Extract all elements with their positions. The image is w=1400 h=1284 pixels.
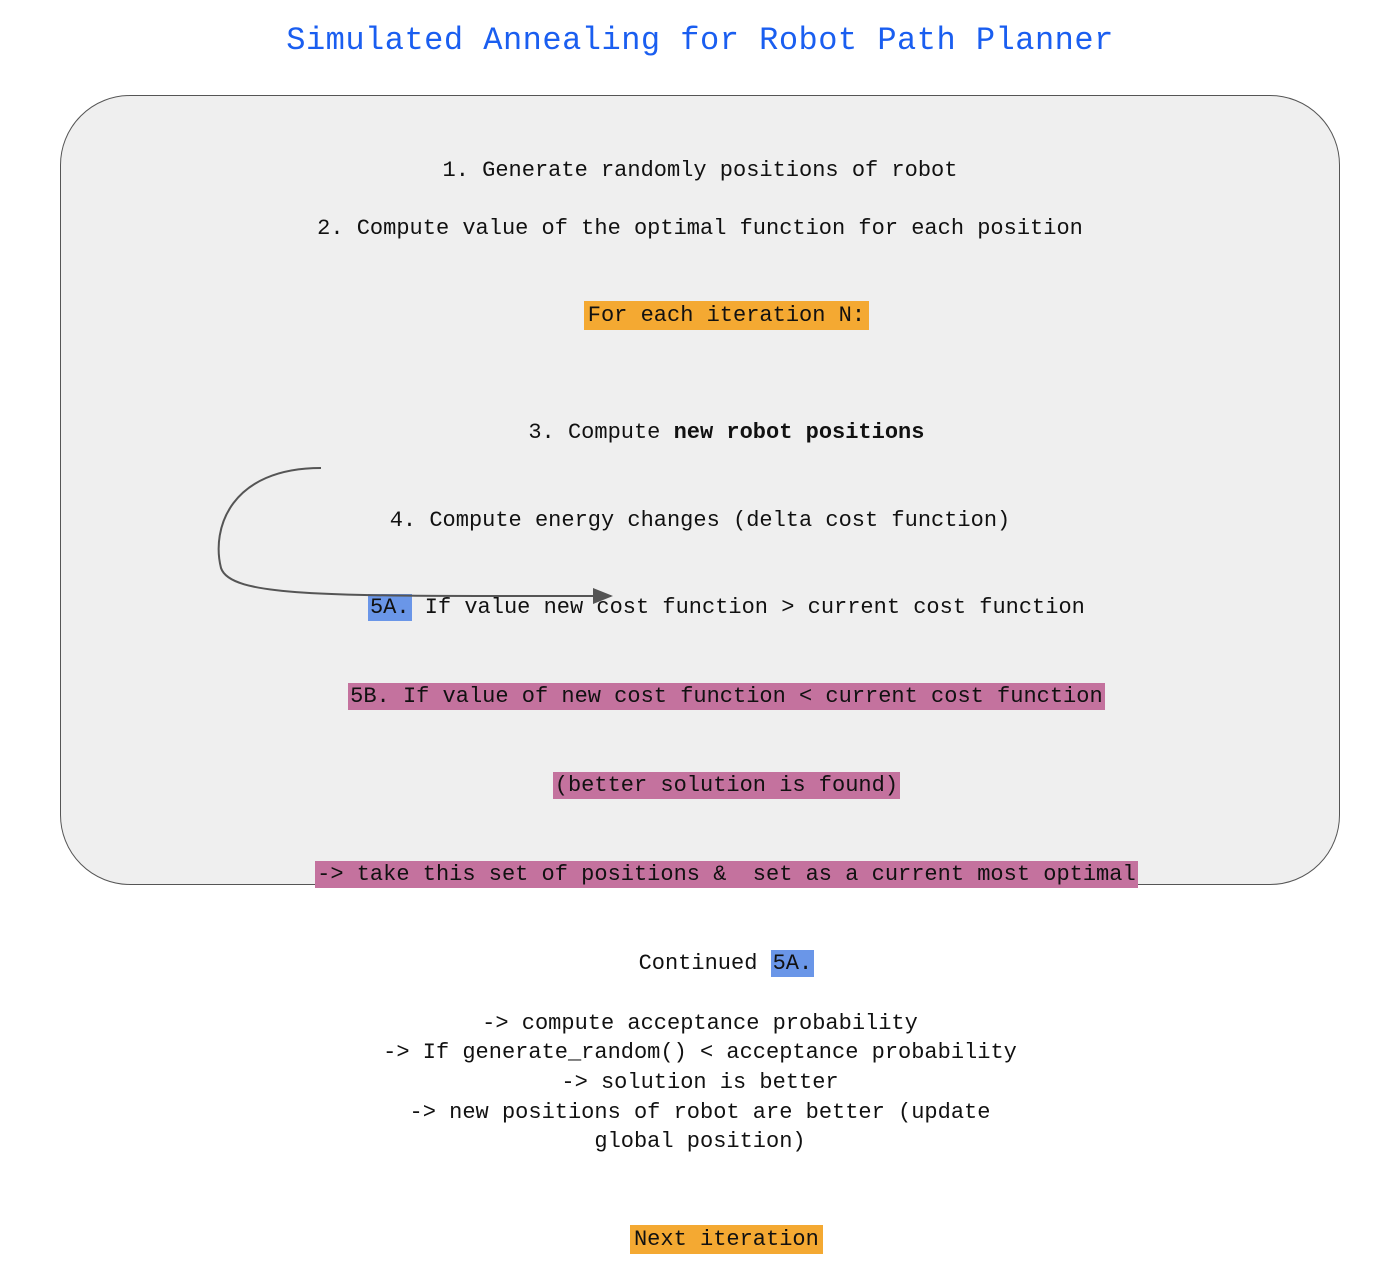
sub-step-4: -> new positions of robot are better (up… (101, 1098, 1299, 1128)
sub-step-3: -> solution is better (101, 1068, 1299, 1098)
step-4: 4. Compute energy changes (delta cost fu… (101, 506, 1299, 536)
sub-step-5: global position) (101, 1127, 1299, 1157)
step-5a-tag: 5A. (368, 594, 412, 621)
sub-step-2: -> If generate_random() < acceptance pro… (101, 1038, 1299, 1068)
continued-5a: Continued 5A. (101, 919, 1299, 1008)
step-3: 3. Compute new robot positions (101, 388, 1299, 477)
step-1: 1. Generate randomly positions of robot (101, 156, 1299, 186)
diagram-title: Simulated Annealing for Robot Path Plann… (0, 0, 1400, 59)
continued-tag: 5A. (771, 950, 815, 977)
step-2: 2. Compute value of the optimal function… (101, 214, 1299, 244)
next-iteration: Next iteration (101, 1195, 1299, 1284)
step-3-bold: new robot positions (674, 420, 925, 445)
step-3-prefix: 3. Compute (528, 420, 673, 445)
sub-step-1: -> compute acceptance probability (101, 1009, 1299, 1039)
step-5a-rest: If value new cost function > current cos… (412, 595, 1085, 620)
step-5b-l2: (better solution is found) (553, 772, 900, 799)
step-5b-line2: (better solution is found) (101, 741, 1299, 830)
step-5b-l3: -> take this set of positions & set as a… (315, 861, 1138, 888)
step-5a: 5A. If value new cost function > current… (101, 563, 1299, 652)
step-5b-line3: -> take this set of positions & set as a… (101, 830, 1299, 919)
loop-header-text: For each iteration N: (584, 301, 869, 330)
step-5b-line1: 5B. If value of new cost function < curr… (101, 652, 1299, 741)
algorithm-panel: 1. Generate randomly positions of robot … (60, 95, 1340, 885)
step-5b-l1: 5B. If value of new cost function < curr… (348, 683, 1105, 710)
next-iteration-text: Next iteration (630, 1225, 823, 1254)
loop-header: For each iteration N: (101, 271, 1299, 360)
continued-prefix: Continued (639, 951, 771, 976)
